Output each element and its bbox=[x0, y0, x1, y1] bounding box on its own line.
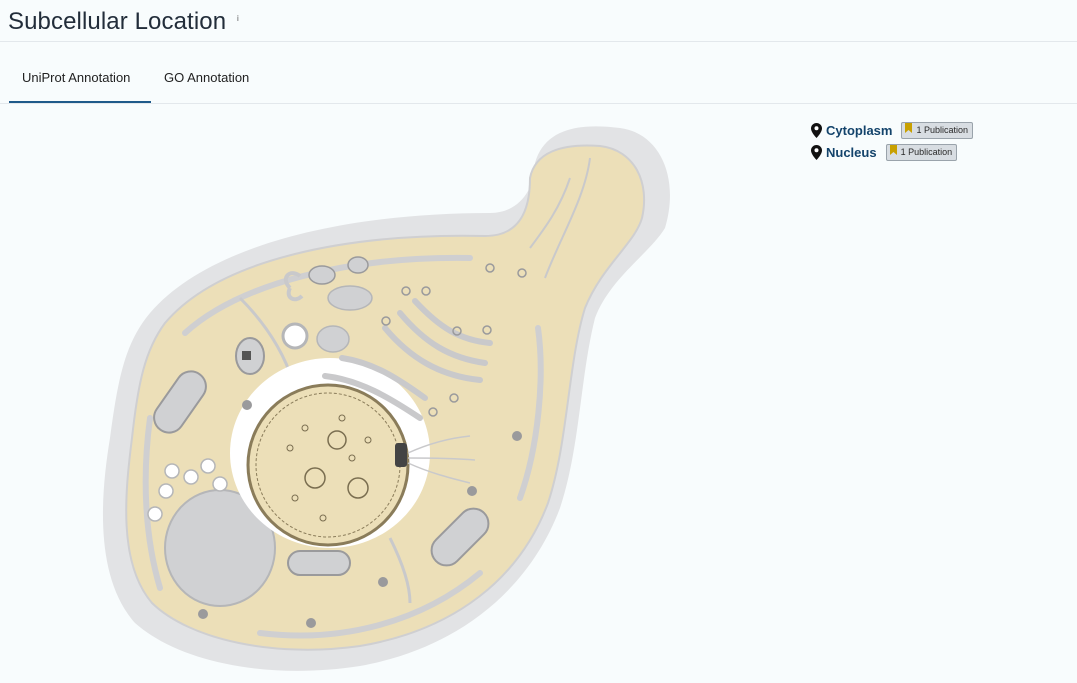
publication-count: 1 Publication bbox=[900, 147, 953, 157]
map-pin-icon bbox=[811, 122, 822, 138]
publication-badge[interactable]: 1 Publication bbox=[885, 143, 958, 161]
info-icon[interactable]: i bbox=[237, 14, 239, 23]
tab-go-annotation[interactable]: GO Annotation bbox=[164, 70, 249, 85]
page-header: Subcellular Location i bbox=[0, 0, 1077, 42]
active-tab-indicator bbox=[9, 101, 151, 103]
location-list: Cytoplasm 1 Publication Nucleus 1 Public… bbox=[811, 119, 974, 163]
location-item-cytoplasm: Cytoplasm 1 Publication bbox=[811, 119, 974, 141]
publication-count: 1 Publication bbox=[916, 125, 969, 135]
nucleus bbox=[246, 383, 410, 547]
annotation-tabs: UniProt Annotation GO Annotation bbox=[0, 42, 1077, 104]
bookmark-icon bbox=[905, 123, 913, 133]
cell-diagram bbox=[90, 118, 690, 678]
bookmark-icon bbox=[889, 145, 897, 155]
publication-badge[interactable]: 1 Publication bbox=[901, 121, 974, 139]
location-link-cytoplasm[interactable]: Cytoplasm bbox=[826, 123, 892, 138]
location-item-nucleus: Nucleus 1 Publication bbox=[811, 141, 973, 163]
map-pin-icon bbox=[811, 144, 822, 160]
location-link-nucleus[interactable]: Nucleus bbox=[826, 145, 877, 160]
page-title: Subcellular Location bbox=[8, 8, 227, 35]
tab-uniprot-annotation[interactable]: UniProt Annotation bbox=[22, 70, 130, 85]
